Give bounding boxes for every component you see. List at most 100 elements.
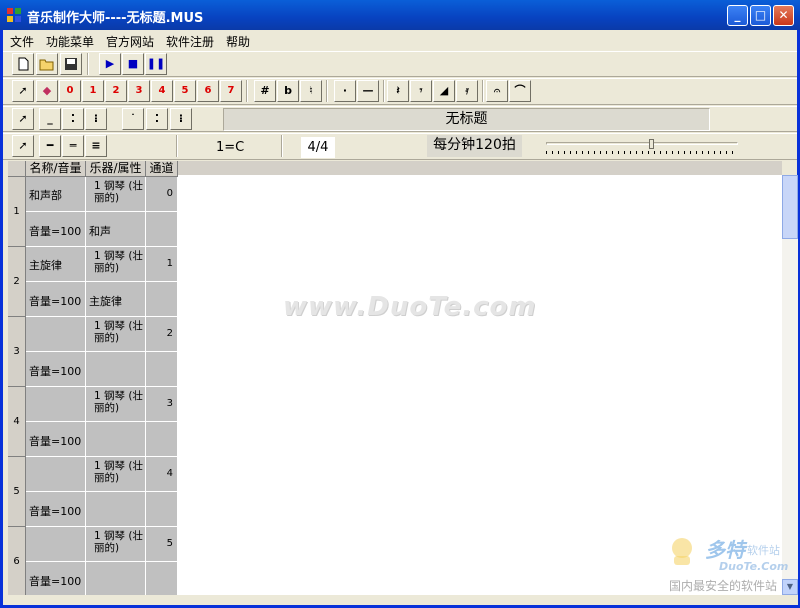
app-window: 音乐制作大师----无标题.MUS _ □ ✕ 文件 功能菜单 官方网站 软件注… <box>0 0 800 608</box>
track-volume[interactable]: 音量=100 <box>26 212 86 247</box>
track-number[interactable]: 3 <box>8 317 26 387</box>
track-channel-empty <box>146 562 178 595</box>
note-1-button[interactable]: 1 <box>82 80 104 102</box>
line-double-icon[interactable]: ═ <box>62 135 84 157</box>
scroll-thumb[interactable] <box>782 175 798 239</box>
score-canvas[interactable] <box>178 161 782 595</box>
horizontal-scrollbar[interactable] <box>8 595 798 605</box>
fermata-icon[interactable]: 𝄐 <box>486 80 508 102</box>
pointer-icon[interactable]: ➚ <box>12 80 34 102</box>
brand-name: 多特 <box>705 538 745 562</box>
toolbar-notes: ➚ ◆ 0 1 2 3 4 5 6 7 # b ♮ · — 𝄽 𝄾 ◢ 𝄿 𝄐 … <box>3 78 797 105</box>
track-channel[interactable]: 1 <box>146 247 178 282</box>
slider-thumb[interactable] <box>649 139 654 149</box>
menu-website[interactable]: 官方网站 <box>106 33 154 50</box>
flat-button[interactable]: b <box>277 80 299 102</box>
save-icon[interactable] <box>60 53 82 75</box>
track-channel-empty <box>146 282 178 317</box>
key-label[interactable]: 1=C <box>216 140 244 155</box>
track-channel[interactable]: 5 <box>146 527 178 562</box>
stop-icon[interactable]: ■ <box>122 53 144 75</box>
track-attribute[interactable] <box>86 492 146 527</box>
menu-file[interactable]: 文件 <box>10 33 34 50</box>
track-number[interactable]: 4 <box>8 387 26 457</box>
track-volume[interactable]: 音量=100 <box>26 352 86 387</box>
track-number[interactable]: 2 <box>8 247 26 317</box>
note-0-button[interactable]: 0 <box>59 80 81 102</box>
menu-help[interactable]: 帮助 <box>226 33 250 50</box>
menu-functions[interactable]: 功能菜单 <box>46 33 94 50</box>
natural-button[interactable]: ♮ <box>300 80 322 102</box>
open-folder-icon[interactable] <box>36 53 58 75</box>
pause-icon[interactable]: ❚❚ <box>145 53 167 75</box>
rest-quarter-icon[interactable]: 𝄽 <box>387 80 409 102</box>
underline-one-icon[interactable]: _ <box>39 108 61 130</box>
track-name[interactable] <box>26 387 86 422</box>
note-6-button[interactable]: 6 <box>197 80 219 102</box>
track-number[interactable]: 1 <box>8 177 26 247</box>
track-channel[interactable]: 2 <box>146 317 178 352</box>
track-instrument[interactable]: 1 钢琴 (壮丽的) <box>86 177 146 212</box>
note-2-button[interactable]: 2 <box>105 80 127 102</box>
track-name[interactable] <box>26 457 86 492</box>
underline-three-icon[interactable]: ⁝ <box>85 108 107 130</box>
close-button[interactable]: ✕ <box>773 5 794 26</box>
crescendo-icon[interactable]: ◢ <box>433 80 455 102</box>
track-volume[interactable]: 音量=100 <box>26 562 86 595</box>
tempo-slider[interactable] <box>546 139 738 155</box>
track-name[interactable]: 主旋律 <box>26 247 86 282</box>
sharp-button[interactable]: # <box>254 80 276 102</box>
note-5-button[interactable]: 5 <box>174 80 196 102</box>
note-4-button[interactable]: 4 <box>151 80 173 102</box>
time-signature-field[interactable]: 4/4 <box>301 137 335 158</box>
track-channel[interactable]: 4 <box>146 457 178 492</box>
note-7-button[interactable]: 7 <box>220 80 242 102</box>
track-attribute[interactable]: 和声 <box>86 212 146 247</box>
window-title: 音乐制作大师----无标题.MUS <box>27 11 204 26</box>
track-instrument[interactable]: 1 钢琴 (壮丽的) <box>86 387 146 422</box>
track-volume[interactable]: 音量=100 <box>26 422 86 457</box>
track-instrument[interactable]: 1 钢琴 (壮丽的) <box>86 527 146 562</box>
dot-high-one-icon[interactable]: ˙ <box>122 108 144 130</box>
line-thin-icon[interactable]: ━ <box>39 135 61 157</box>
toolbar-file: ▶ ■ ❚❚ <box>3 51 797 77</box>
track-instrument[interactable]: 1 钢琴 (壮丽的) <box>86 457 146 492</box>
track-instrument[interactable]: 1 钢琴 (壮丽的) <box>86 317 146 352</box>
track-name[interactable]: 和声部 <box>26 177 86 212</box>
slur-icon[interactable]: ⌒ <box>509 80 531 102</box>
rest-sixteenth-icon[interactable]: 𝄿 <box>456 80 478 102</box>
note-3-button[interactable]: 3 <box>128 80 150 102</box>
rest-eighth-icon[interactable]: 𝄾 <box>410 80 432 102</box>
track-number[interactable]: 5 <box>8 457 26 527</box>
new-file-icon[interactable] <box>12 53 34 75</box>
dash-button[interactable]: — <box>357 80 379 102</box>
line-triple-icon[interactable]: ≡ <box>85 135 107 157</box>
menu-bar: 文件 功能菜单 官方网站 软件注册 帮助 <box>3 30 797 50</box>
toolbar-separator <box>246 80 248 102</box>
song-title-field[interactable]: 无标题 <box>223 108 710 131</box>
track-volume[interactable]: 音量=100 <box>26 282 86 317</box>
minimize-button[interactable]: _ <box>727 5 748 26</box>
pointer-icon[interactable]: ➚ <box>12 108 34 130</box>
pointer-icon[interactable]: ➚ <box>12 135 34 157</box>
dot-high-two-icon[interactable]: ⁚ <box>146 108 168 130</box>
track-name[interactable] <box>26 317 86 352</box>
track-attribute[interactable] <box>86 422 146 457</box>
track-channel[interactable]: 3 <box>146 387 178 422</box>
title-bar[interactable]: 音乐制作大师----无标题.MUS _ □ ✕ <box>0 0 800 30</box>
track-attribute[interactable] <box>86 352 146 387</box>
menu-register[interactable]: 软件注册 <box>166 33 214 50</box>
underline-two-icon[interactable]: ⁚ <box>62 108 84 130</box>
track-channel[interactable]: 0 <box>146 177 178 212</box>
play-icon[interactable]: ▶ <box>99 53 121 75</box>
eraser-icon[interactable]: ◆ <box>36 80 58 102</box>
track-name[interactable] <box>26 527 86 562</box>
track-volume[interactable]: 音量=100 <box>26 492 86 527</box>
dot-button[interactable]: · <box>334 80 356 102</box>
track-instrument[interactable]: 1 钢琴 (壮丽的) <box>86 247 146 282</box>
dot-high-three-icon[interactable]: ⁝ <box>170 108 192 130</box>
maximize-button[interactable]: □ <box>750 5 771 26</box>
track-attribute[interactable] <box>86 562 146 595</box>
track-number[interactable]: 6 <box>8 527 26 595</box>
track-attribute[interactable]: 主旋律 <box>86 282 146 317</box>
